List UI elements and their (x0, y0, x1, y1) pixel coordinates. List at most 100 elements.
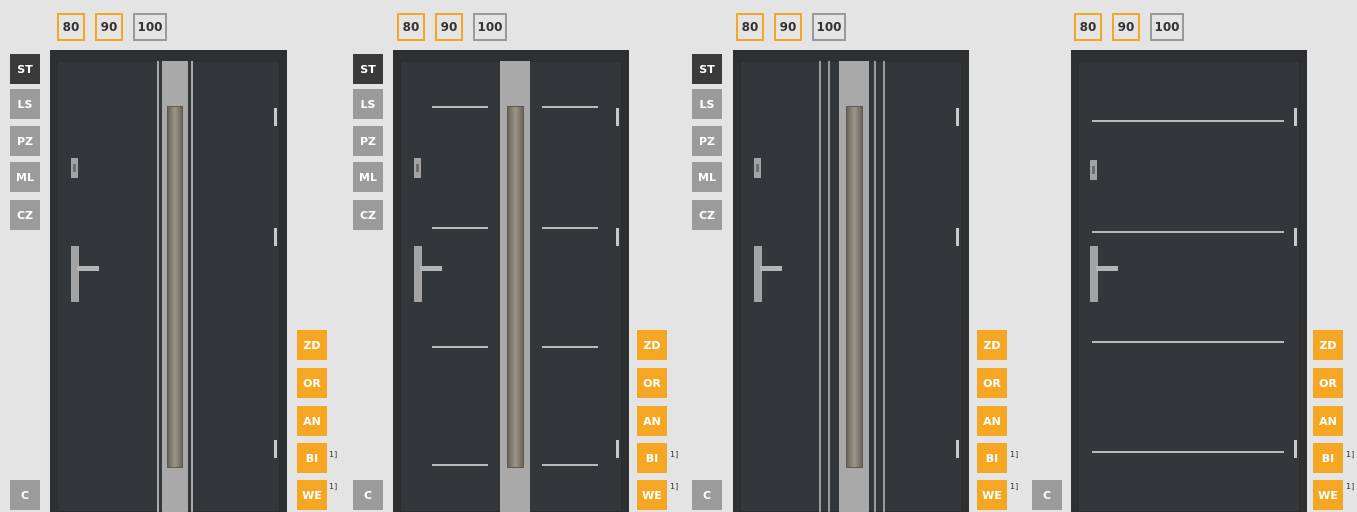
door-image (393, 50, 629, 512)
color-option-an[interactable]: AN (297, 406, 327, 436)
handle-icon (1090, 246, 1098, 302)
color-option-an[interactable]: AN (977, 406, 1007, 436)
hinge-icon (956, 108, 959, 126)
color-option-or[interactable]: OR (1313, 368, 1343, 398)
width-option-100[interactable]: 100 (812, 13, 846, 41)
footnote-mark: 1] (1010, 482, 1019, 491)
color-option-ls[interactable]: LS (10, 89, 40, 119)
door-panel-4: 80 90 100 C ZD OR AN BI 1] WE 1] (1021, 0, 1357, 512)
hinge-icon (616, 440, 619, 458)
footnote-mark: 1] (329, 482, 338, 491)
color-option-or[interactable]: OR (977, 368, 1007, 398)
handle-lever (1096, 266, 1118, 271)
width-option-100[interactable]: 100 (133, 13, 167, 41)
color-option-we[interactable]: WE (977, 480, 1007, 510)
color-option-pz[interactable]: PZ (692, 126, 722, 156)
vertical-trim (883, 61, 885, 512)
door-panel-1: 80 90 100 ST LS PZ ML CZ C ZD OR AN BI 1… (0, 0, 339, 512)
color-option-zd[interactable]: ZD (637, 330, 667, 360)
color-option-ml[interactable]: ML (692, 162, 722, 192)
lock-icon (414, 158, 421, 178)
color-option-an[interactable]: AN (1313, 406, 1343, 436)
color-option-bi[interactable]: BI (637, 443, 667, 473)
color-option-ml[interactable]: ML (10, 162, 40, 192)
footnote-mark: 1] (670, 450, 679, 459)
hinge-icon (274, 228, 277, 246)
handle-lever (760, 266, 782, 271)
hinge-icon (274, 440, 277, 458)
color-option-cz[interactable]: CZ (353, 200, 383, 230)
width-option-90[interactable]: 90 (435, 13, 463, 41)
hinge-icon (616, 108, 619, 126)
decor-line (1092, 451, 1284, 453)
color-option-pz[interactable]: PZ (10, 126, 40, 156)
decor-line (1092, 231, 1284, 233)
door-image (733, 50, 969, 512)
width-option-100[interactable]: 100 (473, 13, 507, 41)
decor-line (432, 106, 488, 108)
color-option-cz[interactable]: CZ (692, 200, 722, 230)
decor-line (542, 106, 598, 108)
color-option-bi[interactable]: BI (977, 443, 1007, 473)
width-option-80[interactable]: 80 (397, 13, 425, 41)
width-option-90[interactable]: 90 (95, 13, 123, 41)
footnote-mark: 1] (670, 482, 679, 491)
color-option-ls[interactable]: LS (353, 89, 383, 119)
footnote-mark: 1] (1346, 450, 1355, 459)
footnote-mark: 1] (1010, 450, 1019, 459)
color-option-we[interactable]: WE (1313, 480, 1343, 510)
color-option-bi[interactable]: BI (1313, 443, 1343, 473)
handle-lever (420, 266, 442, 271)
color-option-ml[interactable]: ML (353, 162, 383, 192)
color-option-st[interactable]: ST (353, 54, 383, 84)
footnote-mark: 1] (329, 450, 338, 459)
color-option-ls[interactable]: LS (692, 89, 722, 119)
hinge-icon (274, 108, 277, 126)
hinge-icon (956, 440, 959, 458)
vertical-trim (874, 61, 876, 512)
handle-lever (77, 266, 99, 271)
width-option-80[interactable]: 80 (736, 13, 764, 41)
color-option-or[interactable]: OR (637, 368, 667, 398)
width-option-80[interactable]: 80 (1074, 13, 1102, 41)
color-option-bi[interactable]: BI (297, 443, 327, 473)
decor-line (432, 346, 488, 348)
color-option-st[interactable]: ST (692, 54, 722, 84)
vertical-trim (191, 61, 193, 512)
color-option-we[interactable]: WE (297, 480, 327, 510)
color-option-zd[interactable]: ZD (977, 330, 1007, 360)
decor-line (1092, 341, 1284, 343)
width-option-90[interactable]: 90 (1112, 13, 1140, 41)
color-option-zd[interactable]: ZD (297, 330, 327, 360)
vertical-trim (828, 61, 830, 512)
glass-insert (507, 106, 524, 468)
color-option-an[interactable]: AN (637, 406, 667, 436)
lock-icon (71, 158, 78, 178)
color-option-c[interactable]: C (353, 480, 383, 510)
width-option-80[interactable]: 80 (57, 13, 85, 41)
color-option-st[interactable]: ST (10, 54, 40, 84)
door-image (1071, 50, 1307, 512)
handle-icon (71, 246, 79, 302)
color-option-c[interactable]: C (692, 480, 722, 510)
color-option-c[interactable]: C (1032, 480, 1062, 510)
width-option-100[interactable]: 100 (1150, 13, 1184, 41)
width-option-90[interactable]: 90 (774, 13, 802, 41)
vertical-trim (819, 61, 821, 512)
color-option-c[interactable]: C (10, 480, 40, 510)
hinge-icon (1294, 228, 1297, 246)
decor-line (432, 227, 488, 229)
color-option-cz[interactable]: CZ (10, 200, 40, 230)
color-option-pz[interactable]: PZ (353, 126, 383, 156)
glass-insert (846, 106, 863, 468)
footnote-mark: 1] (1346, 482, 1355, 491)
hinge-icon (1294, 108, 1297, 126)
decor-line (432, 464, 488, 466)
glass-insert (167, 106, 183, 468)
hinge-icon (616, 228, 619, 246)
lock-icon (754, 158, 761, 178)
color-option-or[interactable]: OR (297, 368, 327, 398)
decor-line (1092, 120, 1284, 122)
color-option-we[interactable]: WE (637, 480, 667, 510)
color-option-zd[interactable]: ZD (1313, 330, 1343, 360)
